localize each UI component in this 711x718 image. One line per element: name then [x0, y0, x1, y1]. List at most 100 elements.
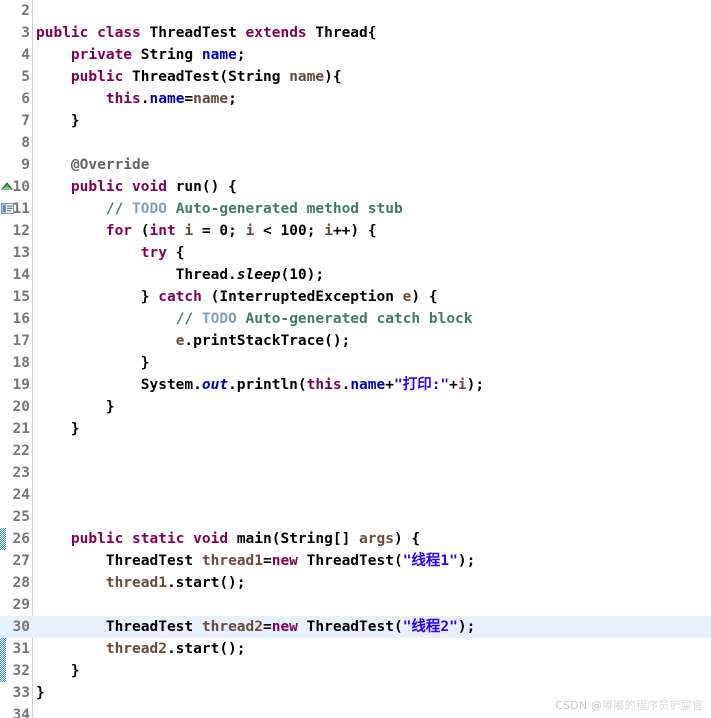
code-token: public: [70, 179, 124, 195]
line-number: 8: [21, 135, 30, 151]
code-line-content: Thread.sleep(10);: [36, 264, 324, 286]
line-number: 6: [21, 91, 30, 107]
watermark-prefix: CSDN @: [555, 699, 603, 712]
code-line[interactable]: 24: [0, 484, 711, 506]
line-number: 20: [12, 399, 30, 415]
code-token: {: [166, 245, 185, 261]
line-number: 32: [12, 663, 30, 679]
line-number: 34: [12, 707, 30, 718]
code-line[interactable]: 25: [0, 506, 711, 528]
code-token: );: [306, 267, 325, 283]
code-token: public: [36, 25, 89, 41]
code-line[interactable]: 6 this.name=name;: [0, 88, 711, 110]
code-line[interactable]: 30 ThreadTest thread2=new ThreadTest("线程…: [0, 616, 711, 638]
code-line[interactable]: 32 }: [0, 660, 711, 682]
code-line[interactable]: 3 public class ThreadTest extends Thread{: [0, 22, 711, 44]
code-line-content: public ThreadTest(String name){: [36, 66, 342, 88]
code-line-content: }: [36, 352, 150, 374]
line-number: 14: [12, 267, 30, 283]
code-token: );: [457, 553, 476, 569]
line-number: 3: [21, 25, 30, 41]
code-token: ThreadTest(: [297, 553, 403, 569]
line-number: 29: [12, 597, 30, 613]
code-token: String: [132, 47, 202, 63]
line-number: 17: [12, 333, 30, 349]
code-token: name: [350, 377, 386, 393]
code-line[interactable]: 22: [0, 440, 711, 462]
code-line[interactable]: 13 try {: [0, 242, 711, 264]
code-token: class: [97, 25, 141, 41]
code-token: }: [36, 113, 80, 129]
code-line-list: 2 3 public class ThreadTest extends Thread…: [0, 0, 711, 718]
code-line[interactable]: 28 thread1.start();: [0, 572, 711, 594]
code-editor-view[interactable]: 2 3 public class ThreadTest extends Thread…: [0, 0, 711, 718]
code-token: .: [341, 377, 351, 393]
code-token: main(String[]: [228, 531, 360, 547]
code-line[interactable]: 15 } catch (InterruptedException e) {: [0, 286, 711, 308]
code-token: ;: [236, 47, 246, 63]
code-token: .printStackTrace();: [184, 333, 351, 349]
code-line[interactable]: 12 for (int i = 0; i < 100; i++) {: [0, 220, 711, 242]
code-token: void: [193, 531, 229, 547]
code-line[interactable]: 29: [0, 594, 711, 616]
code-line[interactable]: 17 e.printStackTrace();: [0, 330, 711, 352]
code-token: thread2: [105, 641, 167, 657]
code-token: name: [289, 69, 325, 85]
code-line[interactable]: 7 }: [0, 110, 711, 132]
code-token: public: [70, 69, 124, 85]
code-token: @Override: [70, 157, 150, 173]
code-token: +: [449, 377, 458, 393]
code-line[interactable]: 31 thread2.start();: [0, 638, 711, 660]
code-line[interactable]: 4 private String name;: [0, 44, 711, 66]
code-token: }: [36, 355, 150, 371]
line-number: 10: [12, 179, 30, 195]
code-token: 0: [219, 223, 229, 239]
line-number: 5: [21, 69, 30, 85]
code-token: new: [271, 619, 298, 635]
code-line[interactable]: 14 Thread.sleep(10);: [0, 264, 711, 286]
code-token: ) {: [393, 531, 421, 547]
code-token: thread2: [201, 619, 263, 635]
code-line[interactable]: 27 ThreadTest thread1=new ThreadTest("线程…: [0, 550, 711, 572]
code-line[interactable]: 2: [0, 0, 711, 22]
code-line[interactable]: 5 public ThreadTest(String name){: [0, 66, 711, 88]
line-number: 26: [12, 531, 30, 547]
code-line[interactable]: 16 // TODO Auto-generated catch block: [0, 308, 711, 330]
code-line-content: @Override: [36, 154, 150, 176]
code-line[interactable]: 8: [0, 132, 711, 154]
code-token: Auto-generated catch block: [236, 311, 473, 327]
code-token: <: [254, 223, 281, 239]
code-token: out: [201, 377, 229, 393]
line-number: 7: [21, 113, 30, 129]
code-line-content: public static void main(String[] args) {: [36, 528, 420, 550]
code-token: i: [324, 223, 333, 239]
code-line[interactable]: 11 // TODO Auto-generated method stub: [0, 198, 711, 220]
code-line[interactable]: 20 }: [0, 396, 711, 418]
code-line-content: // TODO Auto-generated method stub: [36, 198, 403, 220]
code-line[interactable]: 10 public void run() {: [0, 176, 711, 198]
code-token: "线程1": [402, 553, 458, 569]
code-token: i: [457, 377, 467, 393]
code-line-content: // TODO Auto-generated catch block: [36, 308, 473, 330]
code-line[interactable]: 21 }: [0, 418, 711, 440]
code-token: for: [105, 223, 133, 239]
code-token: 10: [289, 267, 307, 283]
code-line[interactable]: 26 public static void main(String[] args…: [0, 528, 711, 550]
code-line[interactable]: 19 System.out.println(this.name+"打印:"+i)…: [0, 374, 711, 396]
code-line-content: }: [36, 396, 115, 418]
code-line[interactable]: 9 @Override: [0, 154, 711, 176]
code-token: }: [36, 289, 159, 305]
code-token: Thread.: [36, 267, 237, 283]
code-line-content: thread2.start();: [36, 638, 246, 660]
code-token: (InterruptedException: [201, 289, 403, 305]
code-token: =: [262, 619, 272, 635]
code-token: this: [306, 377, 342, 393]
code-line[interactable]: 18 }: [0, 352, 711, 374]
code-line[interactable]: 23: [0, 462, 711, 484]
